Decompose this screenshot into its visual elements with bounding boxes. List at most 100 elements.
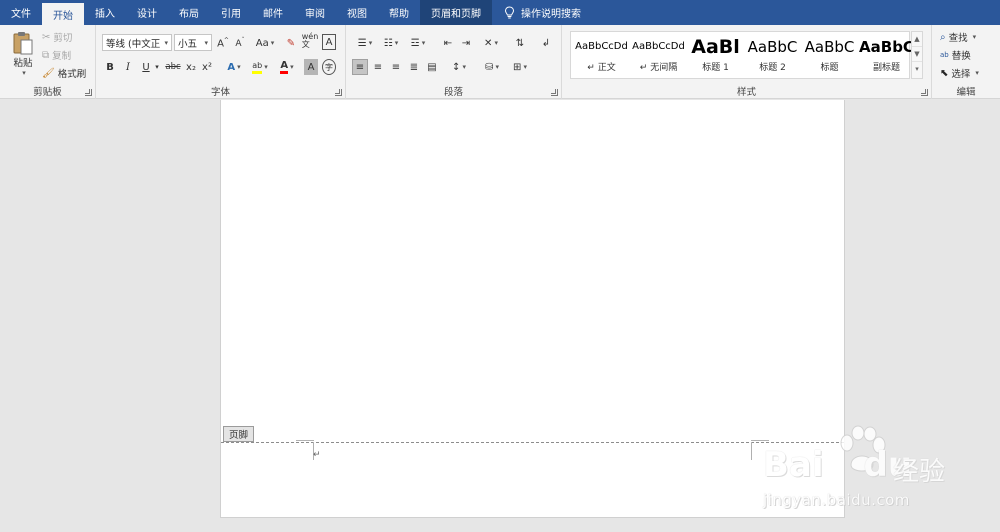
tab-view[interactable]: 视图 [336,0,378,25]
tab-help[interactable]: 帮助 [378,0,420,25]
align-right-button[interactable]: ≡ [388,59,404,75]
style-sample: AaBl [691,36,740,58]
tab-mailings[interactable]: 邮件 [252,0,294,25]
sort-icon: ⇅ [515,37,525,49]
increase-indent-icon: ⇥ [461,37,471,49]
justify-button[interactable]: ≣ [406,59,422,75]
styles-group-label: 样式 [736,87,756,98]
chevron-up-icon[interactable]: ▲ [912,32,922,47]
cut-button[interactable]: ✂ 剪切 [42,30,72,45]
show-marks-button[interactable]: ↲ [538,35,554,51]
left-margin-corner [296,442,314,460]
shading-button[interactable]: ⛁ ▾ [480,59,504,75]
shrink-font-button[interactable]: Aˇ [233,35,247,51]
superscript-button[interactable]: x² [200,59,214,75]
tab-insert[interactable]: 插入 [84,0,126,25]
sort-button[interactable]: ⇅ [512,35,528,51]
style-name: 标题 [820,63,839,73]
borders-button[interactable]: ⊞ ▾ [508,59,532,75]
chevron-down-icon: ▾ [204,38,208,47]
font-color-button[interactable]: A ▾ [276,59,298,75]
paste-button[interactable]: 粘贴 ▾ [6,30,40,78]
style-no-spacing[interactable]: AaBbCcDd ↵ 无间隔 [630,32,687,78]
grow-font-button[interactable]: A^ [216,35,230,51]
style-heading-1[interactable]: AaBl 标题 1 [687,32,744,78]
chinese-layout-button[interactable]: ✕ ▾ [480,35,502,51]
styles-gallery-scroller[interactable]: ▲ ▼ ▾ [911,31,923,79]
paragraph-launcher-icon[interactable] [551,89,558,96]
tab-design[interactable]: 设计 [126,0,168,25]
copy-button[interactable]: ⧉ 复制 [42,48,71,63]
style-heading-2[interactable]: AaBbC 标题 2 [744,32,801,78]
text-effects-button[interactable]: A ▾ [224,59,244,75]
tab-review[interactable]: 审阅 [294,0,336,25]
text-effects-icon: A [227,61,236,73]
align-center-icon: ≡ [373,61,383,73]
bullets-button[interactable]: ☰ ▾ [354,35,376,51]
chevron-down-icon[interactable]: ▼ [912,47,922,62]
style-sample: AaBbC [859,38,914,56]
highlight-button[interactable]: ab ▾ [248,59,272,75]
decrease-indent-button[interactable]: ⇤ [440,35,456,51]
font-size-select[interactable]: 小五 ▾ [174,34,212,51]
align-left-icon: ≡ [355,61,365,73]
numbered-list-icon: ☷ [383,37,393,49]
replace-button[interactable]: ab 替换 [940,48,971,62]
tab-layout[interactable]: 布局 [168,0,210,25]
tell-me-search[interactable]: 操作说明搜索 [492,0,592,25]
align-left-button[interactable]: ≡ [352,59,368,75]
format-painter-label: 格式刷 [57,69,87,80]
character-shading-button[interactable]: A [304,59,318,75]
select-button[interactable]: ⬉ 选择 ▾ [940,66,979,81]
phonetic-guide-button[interactable]: wén 文 [302,33,319,49]
styles-launcher-icon[interactable] [921,89,928,96]
underline-dropdown-icon[interactable]: ▾ [153,59,161,75]
style-title[interactable]: AaBbC 标题 [801,32,858,78]
strikethrough-button[interactable]: abc [164,59,182,75]
underline-button[interactable]: U [140,59,152,75]
clipboard-launcher-icon[interactable] [85,89,92,96]
style-name: ↵ 正文 [587,63,616,73]
copy-icon: ⧉ [42,49,50,61]
chevron-down-icon: ▾ [494,39,498,47]
clear-formatting-button[interactable]: ✎ [284,35,298,51]
font-name-select[interactable]: 等线 (中文正 ▾ [102,34,172,51]
enclose-characters-button[interactable]: A [322,34,336,50]
chevron-down-icon: ▾ [975,69,979,77]
style-subtitle[interactable]: AaBbC 副标题 [858,32,915,78]
chevron-down-icon: ▾ [270,39,275,47]
line-spacing-icon: ↕ [452,61,461,73]
subscript-button[interactable]: x₂ [184,59,198,75]
chevron-down-icon: ▾ [523,63,527,71]
numbering-button[interactable]: ☷ ▾ [380,35,402,51]
increase-indent-button[interactable]: ⇥ [458,35,474,51]
document-page[interactable]: 页脚 ↵ [220,100,845,518]
bullet-list-icon: ☰ [357,37,367,49]
tab-references[interactable]: 引用 [210,0,252,25]
clipboard-group-label: 剪贴板 [33,87,62,98]
enclosed-character-button[interactable]: 字 [322,59,336,75]
tab-file[interactable]: 文件 [0,0,42,25]
replace-label: 替换 [951,51,971,62]
chevron-down-icon: ▾ [264,63,268,71]
change-case-button[interactable]: Aa ▾ [254,35,276,51]
tab-home[interactable]: 开始 [42,3,84,25]
align-center-button[interactable]: ≡ [370,59,386,75]
multilevel-list-button[interactable]: ☲ ▾ [406,35,430,51]
enclosed-character-icon: 字 [325,62,333,72]
font-launcher-icon[interactable] [335,89,342,96]
bold-button[interactable]: B [104,59,116,75]
baidu-watermark: Bai du 经验 jingyan.baidu.com [755,425,995,515]
format-painter-button[interactable]: 🖌 格式刷 [42,66,87,81]
find-button[interactable]: ⌕ 查找 ▾ [940,30,976,45]
distributed-button[interactable]: ▤ [424,59,440,75]
ribbon-tab-bar: 文件 开始 插入 设计 布局 引用 邮件 审阅 视图 帮助 页眉和页脚 操作说明… [0,0,1000,25]
group-paragraph: ☰ ▾ ☷ ▾ ☲ ▾ ⇤ ⇥ ✕ ▾ ⇅ ↲ ≡ ≡ ≡ ≣ ▤ ↕ ▾ ⛁ ▾ ⊞ ▾ 段… [346,25,562,99]
italic-button[interactable]: I [122,59,134,75]
style-normal[interactable]: AaBbCcDd ↵ 正文 [573,32,630,78]
line-spacing-button[interactable]: ↕ ▾ [448,59,470,75]
tab-header-footer[interactable]: 页眉和页脚 [420,0,492,25]
font-group-label: 字体 [210,87,230,98]
more-styles-icon[interactable]: ▾ [912,62,922,77]
distributed-icon: ▤ [427,61,437,73]
